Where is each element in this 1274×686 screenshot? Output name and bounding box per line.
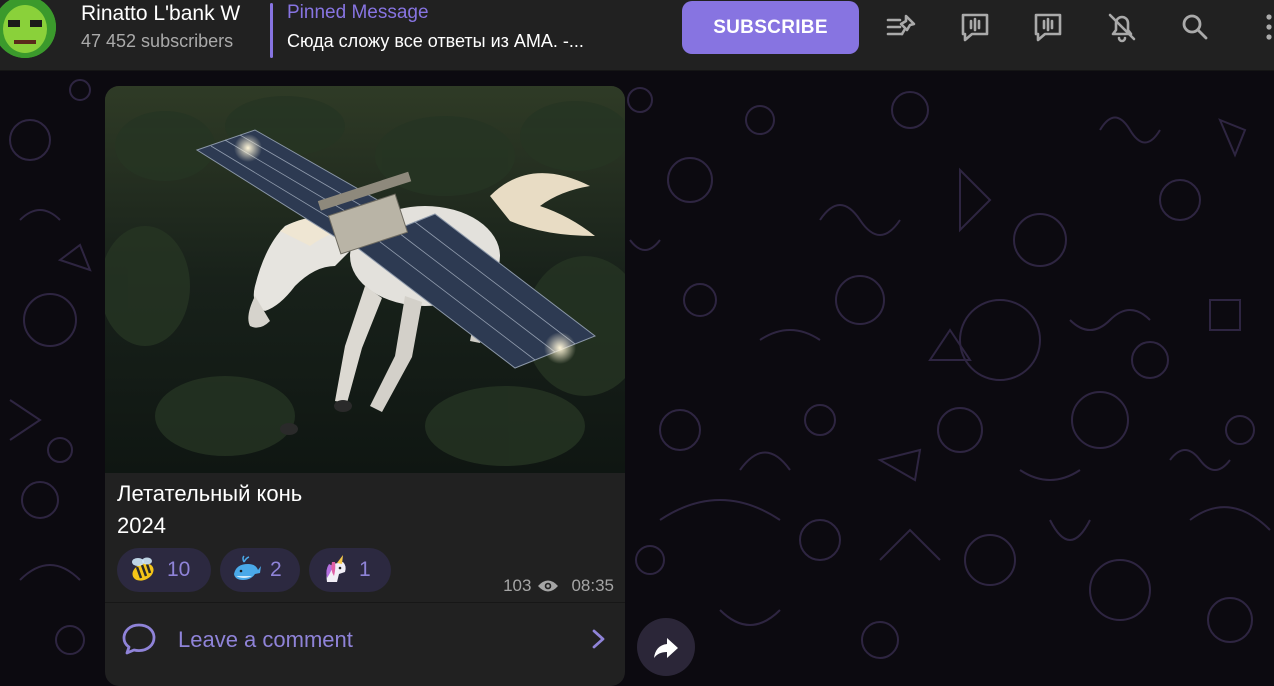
pinned-list-icon[interactable]	[882, 8, 920, 46]
unicorn-emoji-icon	[319, 554, 351, 586]
channel-header: Rinatto L'bank W 47 452 subscribers Pinn…	[0, 0, 1274, 71]
reaction-count: 10	[167, 558, 191, 581]
live-stream-icon[interactable]	[956, 8, 994, 46]
views-eye-icon	[538, 580, 559, 592]
leave-comment-label: Leave a comment	[178, 627, 353, 652]
post-caption-title: Летательный конь	[117, 481, 303, 506]
post-meta: 103 08:35	[503, 576, 614, 596]
chevron-right-icon	[592, 629, 605, 649]
subscribe-button[interactable]: SUBSCRIBE	[682, 1, 859, 54]
leave-comment-button[interactable]: Leave a comment	[105, 603, 625, 673]
mute-bell-icon[interactable]	[1103, 8, 1141, 46]
reaction-count: 2	[270, 558, 282, 581]
search-icon[interactable]	[1176, 8, 1214, 46]
forward-button[interactable]	[637, 618, 695, 676]
reaction-bee[interactable]: 10	[117, 548, 211, 592]
pinned-message-title[interactable]: Pinned Message	[287, 2, 429, 24]
channel-post: Летательный конь 2024 10 2 1 103 08:35 L…	[105, 86, 625, 686]
post-time: 08:35	[571, 576, 614, 595]
pinned-message-text[interactable]: Сюда сложу все ответы из AMA. -...	[287, 31, 647, 52]
whale-emoji-icon	[230, 554, 262, 586]
channel-avatar[interactable]	[0, 0, 56, 58]
more-icon[interactable]	[1250, 8, 1274, 46]
reaction-count: 1	[359, 558, 371, 581]
post-photo[interactable]	[105, 86, 625, 473]
post-caption-year: 2024	[117, 513, 166, 538]
bee-emoji-icon	[127, 554, 159, 586]
reaction-unicorn[interactable]: 1	[309, 548, 391, 592]
view-count: 103	[503, 576, 532, 595]
channel-title[interactable]: Rinatto L'bank W	[81, 2, 265, 26]
share-arrow-icon	[654, 638, 678, 658]
comment-bubble-icon	[122, 623, 156, 655]
discussion-icon[interactable]	[1029, 8, 1067, 46]
reaction-whale[interactable]: 2	[220, 548, 300, 592]
subscriber-count: 47 452 subscribers	[81, 31, 234, 51]
pinned-indicator-bar	[270, 3, 273, 58]
